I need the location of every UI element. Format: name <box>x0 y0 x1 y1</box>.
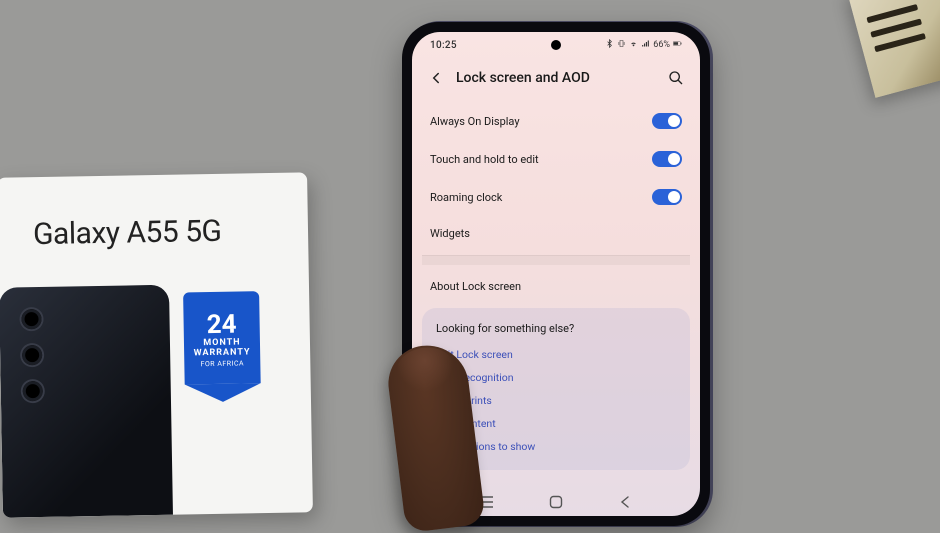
battery-text: 66% <box>653 40 670 50</box>
row-label: Touch and hold to edit <box>430 153 539 166</box>
warranty-unit: MONTH <box>203 338 240 349</box>
phone-silhouette <box>0 285 173 518</box>
warranty-number: 24 <box>207 312 237 339</box>
row-about-lock-screen[interactable]: About Lock screen <box>412 269 700 304</box>
search-button[interactable] <box>664 66 688 90</box>
toggle-roaming-clock[interactable] <box>652 189 682 205</box>
row-label: About Lock screen <box>430 280 521 293</box>
battery-icon <box>673 39 682 51</box>
status-right-icons: 66% <box>605 39 682 51</box>
app-header: Lock screen and AOD <box>412 58 700 98</box>
warranty-label: WARRANTY <box>194 347 251 358</box>
toggle-touch-hold-edit[interactable] <box>652 151 682 167</box>
row-widgets[interactable]: Widgets <box>412 216 700 251</box>
back-button[interactable] <box>424 66 448 90</box>
link-face-recognition[interactable]: Face recognition <box>432 366 680 389</box>
wifi-icon <box>629 39 638 51</box>
row-always-on-display[interactable]: Always On Display <box>412 102 700 140</box>
status-time: 10:25 <box>430 40 457 51</box>
warranty-region: FOR AFRICA <box>201 359 245 368</box>
home-button[interactable] <box>546 492 566 512</box>
bluetooth-icon <box>605 39 614 51</box>
page-title: Lock screen and AOD <box>456 70 656 86</box>
camera-punch-hole <box>551 40 561 50</box>
signal-icon <box>641 39 650 51</box>
product-title: Galaxy A55 5G <box>33 214 222 252</box>
section-divider <box>422 255 690 265</box>
toggle-always-on-display[interactable] <box>652 113 682 129</box>
product-box: Galaxy A55 5G 24 MONTH WARRANTY FOR AFRI… <box>0 172 313 517</box>
background-object <box>847 0 940 98</box>
row-roaming-clock[interactable]: Roaming clock <box>412 178 700 216</box>
row-label: Always On Display <box>430 115 520 128</box>
link-edit-lock-screen[interactable]: Edit Lock screen <box>432 343 680 366</box>
vibrate-icon <box>617 39 626 51</box>
nav-back-button[interactable] <box>615 492 635 512</box>
row-label: Widgets <box>430 227 470 240</box>
row-touch-hold-edit[interactable]: Touch and hold to edit <box>412 140 700 178</box>
warranty-badge: 24 MONTH WARRANTY FOR AFRICA <box>183 291 261 384</box>
suggestions-title: Looking for something else? <box>432 318 680 343</box>
row-label: Roaming clock <box>430 191 502 204</box>
